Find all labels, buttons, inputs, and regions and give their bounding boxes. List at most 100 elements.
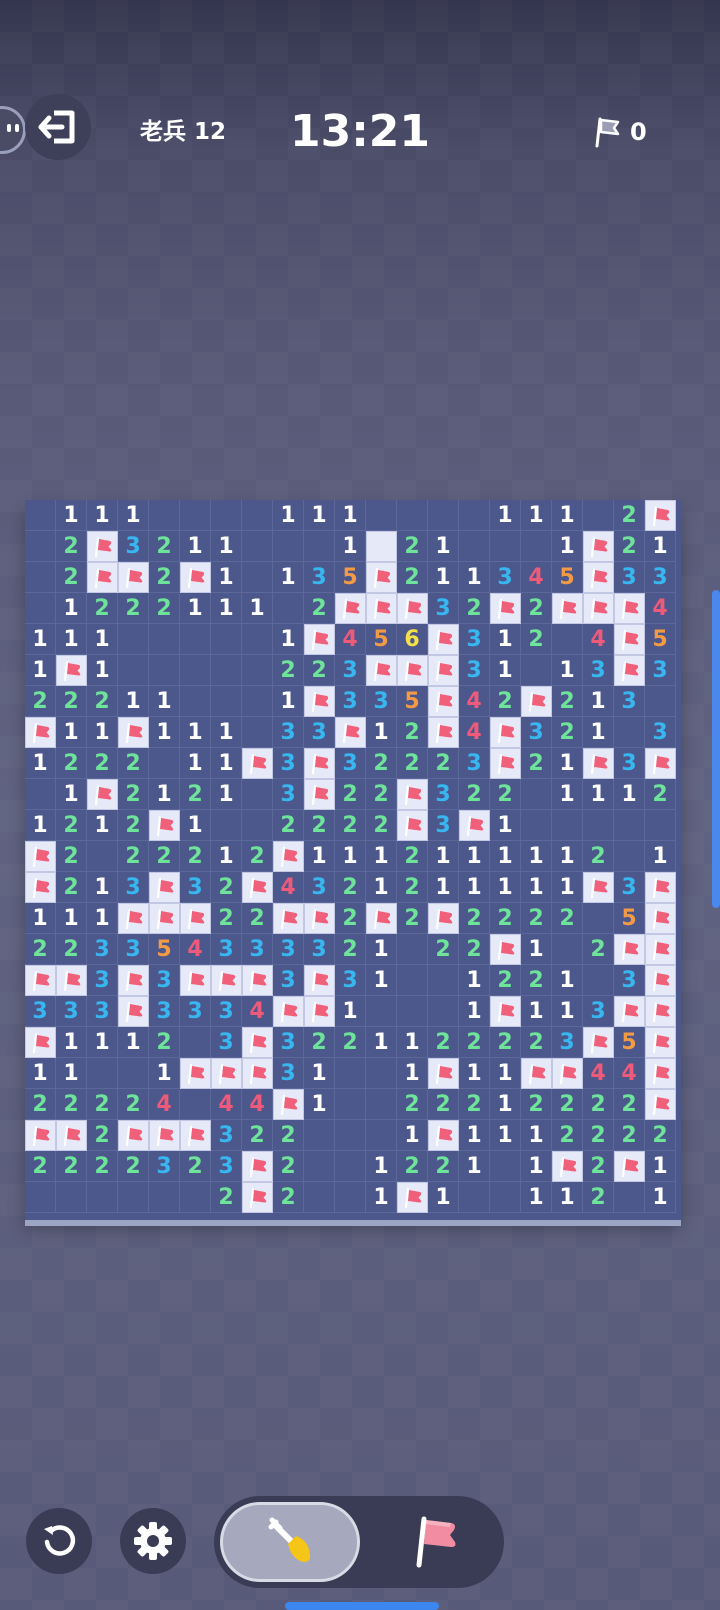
number-cell[interactable]: 3	[273, 717, 304, 748]
number-cell[interactable]: 2	[614, 1089, 645, 1120]
flagged-cell[interactable]	[552, 1058, 583, 1089]
number-cell[interactable]: 2	[583, 1089, 614, 1120]
home-indicator[interactable]	[285, 1602, 439, 1610]
flagged-cell[interactable]	[304, 903, 335, 934]
number-cell[interactable]: 3	[118, 531, 149, 562]
number-cell[interactable]: 2	[366, 810, 397, 841]
number-cell[interactable]: 1	[552, 531, 583, 562]
number-cell[interactable]: 1	[397, 1120, 428, 1151]
number-cell[interactable]: 1	[87, 903, 118, 934]
empty-cell[interactable]	[87, 1058, 118, 1089]
flagged-cell[interactable]	[552, 1151, 583, 1182]
flagged-cell[interactable]	[335, 593, 366, 624]
number-cell[interactable]: 1	[180, 717, 211, 748]
number-cell[interactable]: 2	[397, 1089, 428, 1120]
number-cell[interactable]: 2	[397, 1151, 428, 1182]
number-cell[interactable]: 2	[521, 965, 552, 996]
number-cell[interactable]: 2	[87, 686, 118, 717]
empty-cell[interactable]	[397, 996, 428, 1027]
number-cell[interactable]: 2	[459, 1027, 490, 1058]
number-cell[interactable]: 1	[211, 779, 242, 810]
number-cell[interactable]: 1	[521, 841, 552, 872]
empty-cell[interactable]	[335, 1182, 366, 1213]
number-cell[interactable]: 2	[614, 531, 645, 562]
flagged-cell[interactable]	[335, 717, 366, 748]
number-cell[interactable]: 3	[614, 965, 645, 996]
number-cell[interactable]: 2	[56, 872, 87, 903]
number-cell[interactable]: 3	[56, 996, 87, 1027]
number-cell[interactable]: 3	[118, 934, 149, 965]
number-cell[interactable]: 3	[273, 1058, 304, 1089]
flagged-cell[interactable]	[459, 810, 490, 841]
flagged-cell[interactable]	[211, 1058, 242, 1089]
flagged-cell[interactable]	[273, 841, 304, 872]
number-cell[interactable]: 2	[490, 965, 521, 996]
number-cell[interactable]: 3	[645, 562, 676, 593]
restart-button[interactable]	[26, 1508, 92, 1574]
number-cell[interactable]: 2	[273, 1151, 304, 1182]
number-cell[interactable]: 2	[242, 841, 273, 872]
number-cell[interactable]: 4	[614, 1058, 645, 1089]
flagged-cell[interactable]	[25, 872, 56, 903]
number-cell[interactable]: 5	[645, 624, 676, 655]
number-cell[interactable]: 2	[149, 841, 180, 872]
number-cell[interactable]: 4	[180, 934, 211, 965]
number-cell[interactable]: 2	[149, 531, 180, 562]
number-cell[interactable]: 1	[614, 779, 645, 810]
number-cell[interactable]: 1	[118, 686, 149, 717]
empty-cell[interactable]	[304, 1182, 335, 1213]
flagged-cell[interactable]	[242, 1027, 273, 1058]
number-cell[interactable]: 3	[25, 996, 56, 1027]
number-cell[interactable]: 1	[366, 1182, 397, 1213]
empty-cell[interactable]	[242, 779, 273, 810]
number-cell[interactable]: 2	[428, 1027, 459, 1058]
number-cell[interactable]: 1	[335, 500, 366, 531]
scrollbar[interactable]	[712, 590, 720, 908]
empty-cell[interactable]	[645, 810, 676, 841]
number-cell[interactable]: 2	[56, 1151, 87, 1182]
number-cell[interactable]: 1	[521, 1120, 552, 1151]
empty-cell[interactable]	[118, 1182, 149, 1213]
settings-button[interactable]	[120, 1508, 186, 1574]
number-cell[interactable]: 1	[87, 500, 118, 531]
empty-cell[interactable]	[459, 1182, 490, 1213]
empty-cell[interactable]	[490, 1182, 521, 1213]
number-cell[interactable]: 3	[211, 1120, 242, 1151]
number-cell[interactable]: 1	[552, 500, 583, 531]
empty-cell[interactable]	[149, 1182, 180, 1213]
number-cell[interactable]: 3	[87, 934, 118, 965]
number-cell[interactable]: 2	[273, 1120, 304, 1151]
empty-cell[interactable]	[149, 624, 180, 655]
empty-cell[interactable]	[552, 810, 583, 841]
number-cell[interactable]: 2	[490, 686, 521, 717]
flagged-cell[interactable]	[490, 593, 521, 624]
number-cell[interactable]: 1	[211, 531, 242, 562]
flagged-cell[interactable]	[366, 903, 397, 934]
dig-mode-button[interactable]	[220, 1502, 360, 1582]
number-cell[interactable]: 1	[304, 1058, 335, 1089]
flagged-cell[interactable]	[25, 965, 56, 996]
empty-cell[interactable]	[366, 996, 397, 1027]
number-cell[interactable]: 3	[149, 996, 180, 1027]
number-cell[interactable]: 1	[552, 748, 583, 779]
number-cell[interactable]: 1	[87, 624, 118, 655]
flagged-cell[interactable]	[645, 1058, 676, 1089]
number-cell[interactable]: 3	[273, 779, 304, 810]
number-cell[interactable]: 1	[87, 1027, 118, 1058]
number-cell[interactable]: 3	[211, 996, 242, 1027]
number-cell[interactable]: 1	[583, 717, 614, 748]
empty-cell[interactable]	[180, 1182, 211, 1213]
number-cell[interactable]: 1	[490, 841, 521, 872]
number-cell[interactable]: 1	[397, 1058, 428, 1089]
number-cell[interactable]: 1	[273, 500, 304, 531]
number-cell[interactable]: 4	[459, 717, 490, 748]
empty-cell[interactable]	[211, 810, 242, 841]
number-cell[interactable]: 2	[552, 686, 583, 717]
empty-cell[interactable]	[459, 531, 490, 562]
number-cell[interactable]: 2	[87, 748, 118, 779]
number-cell[interactable]: 5	[552, 562, 583, 593]
number-cell[interactable]: 1	[211, 748, 242, 779]
number-cell[interactable]: 4	[242, 1089, 273, 1120]
empty-cell[interactable]	[149, 655, 180, 686]
number-cell[interactable]: 3	[645, 655, 676, 686]
